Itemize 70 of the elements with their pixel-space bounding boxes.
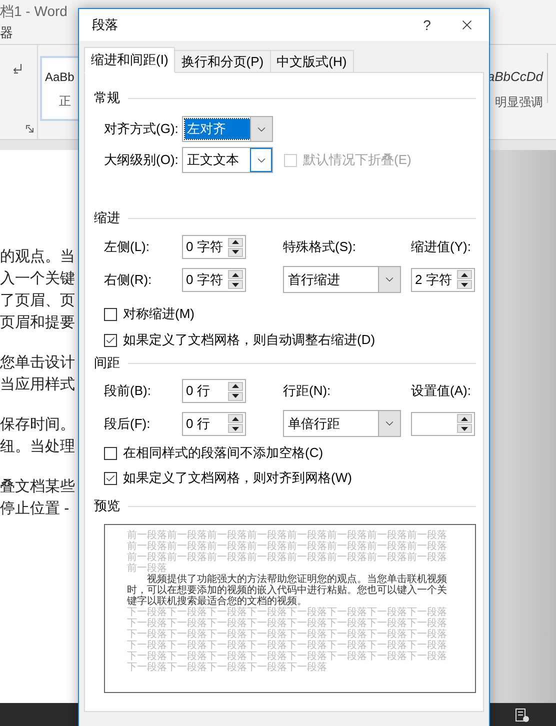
chevron-icon[interactable] [250, 148, 272, 172]
field-label: 设置值(A): [411, 382, 471, 400]
dropdown[interactable]: 单倍行距 [283, 410, 401, 437]
spin-up-icon[interactable] [457, 414, 472, 423]
spin-down-icon[interactable] [228, 248, 243, 256]
spin-down-icon[interactable] [228, 280, 243, 289]
tab[interactable]: 缩进和间距(I) [84, 47, 176, 73]
field-label: 缩进值(Y): [411, 238, 471, 256]
preview-previous-paragraph: 前一段落前一段落前一段落前一段落前一段落前一段落前一段落前一段落前一段落前一段落前一段落前一段落前一段落前一段落前一段落前一段落前一段落前一段落前一段落前一段落前一段落前一段落前一段落前一段落前一段落 [127, 530, 448, 574]
spin-down-icon[interactable] [228, 424, 243, 433]
spin-down-icon[interactable] [457, 424, 472, 433]
checkbox[interactable] [104, 308, 117, 320]
checkbox[interactable] [104, 446, 117, 460]
window-title: 档1 - Word [0, 2, 68, 20]
document-text-line: 纽。当处理 [0, 437, 75, 457]
checkbox[interactable] [104, 472, 117, 484]
field-label: 在相同样式的段落间不添加空格(C) [123, 444, 324, 462]
field-label: 行距(N): [283, 382, 332, 400]
help-button[interactable]: ? [409, 10, 445, 40]
spin-field[interactable]: 0 字符 [182, 235, 246, 259]
spin-up-icon[interactable] [228, 270, 243, 279]
document-text-line: 页眉和提要 [0, 313, 75, 333]
field-label: 对称缩进(M) [123, 305, 194, 324]
field-label: 段后(F): [104, 414, 152, 433]
style-sample: AaBb [45, 70, 74, 84]
style-name: 正 [59, 93, 71, 110]
dialog-title: 段落 [92, 16, 119, 34]
field-label: 左侧(L): [104, 238, 150, 256]
field-label: 如果定义了文档网格，则自动调整右缩进(D) [123, 331, 376, 350]
document-text-line: 保存时间。 [0, 415, 75, 435]
document-text-line: 您单击设计 [0, 353, 75, 373]
dropdown[interactable]: 左对齐 [182, 116, 273, 142]
document-text-line: 停止位置 - [0, 499, 70, 519]
field-label: 如果定义了文档网格，则对齐到网格(W) [123, 469, 352, 488]
launcher-icon[interactable] [26, 125, 34, 133]
spin-up-icon[interactable] [228, 382, 243, 390]
dropdown[interactable]: 正文文本 [182, 147, 273, 173]
document-text-line: 叠文档某些 [0, 477, 75, 497]
style-sample: aBbCcDd [487, 68, 543, 86]
style-name: 明显强调 [495, 94, 543, 110]
document-text-line: 当应用样式 [0, 375, 75, 395]
document-text-line: 了页眉、页 [0, 291, 75, 311]
dropdown[interactable]: 首行缩进 [283, 266, 401, 293]
spin-up-icon[interactable] [457, 270, 472, 279]
paragraph-direction-icon[interactable] [12, 63, 24, 75]
field-label: 对齐方式(G): [104, 120, 180, 138]
field-label: 段前(B): [104, 382, 152, 400]
spin-field[interactable]: 0 行 [182, 379, 246, 403]
tab[interactable]: 中文版式(H) [270, 50, 354, 73]
document-text-line: 的观点。当 [0, 247, 75, 267]
field-label: 大纲级别(O): [104, 151, 180, 170]
section-heading: 缩进 [94, 210, 120, 226]
spin-field[interactable] [411, 412, 475, 436]
field-label: 右侧(R): [104, 270, 153, 289]
spin-down-icon[interactable] [228, 392, 243, 400]
section-heading: 预览 [94, 498, 120, 514]
menu-tab[interactable]: 器 [0, 23, 13, 43]
spin-down-icon[interactable] [457, 280, 472, 289]
spin-field[interactable]: 0 字符 [182, 268, 246, 292]
field-label: 特殊格式(S): [283, 238, 357, 256]
spin-up-icon[interactable] [228, 238, 243, 246]
spin-up-icon[interactable] [228, 414, 243, 423]
document-text-line: 入一个关键 [0, 269, 75, 289]
checkbox[interactable] [104, 334, 117, 346]
preview-sample-paragraph: 视频提供了功能强大的方法帮助您证明您的观点。当您单击联机视频时，可以在想要添加的视频的嵌入代码中进行粘贴。您也可以键入一个关键字以联机搜索最适合您的文档的视频。 [127, 574, 448, 607]
preview-next-paragraph: 下一段落下一段落下一段落下一段落下一段落下一段落下一段落下一段落下一段落下一段落下一段落下一段落下一段落下一段落下一段落下一段落下一段落下一段落下一段落下一段落下一段落下一段落下一段落下一段落下一段落下一段落下一段落下一段落下一段落下一段落下一段落下一段落下一段落下一段落下一段落下一段落下一段落下一段落下一段落下一段落下一段落下一段落下一段落下一段落下一段落 [127, 607, 448, 673]
spin-field[interactable]: 2 字符 [411, 268, 475, 292]
spin-field[interactable]: 0 行 [182, 412, 246, 436]
field-label: 默认情况下折叠(E) [303, 151, 412, 170]
section-heading: 间距 [94, 355, 120, 371]
